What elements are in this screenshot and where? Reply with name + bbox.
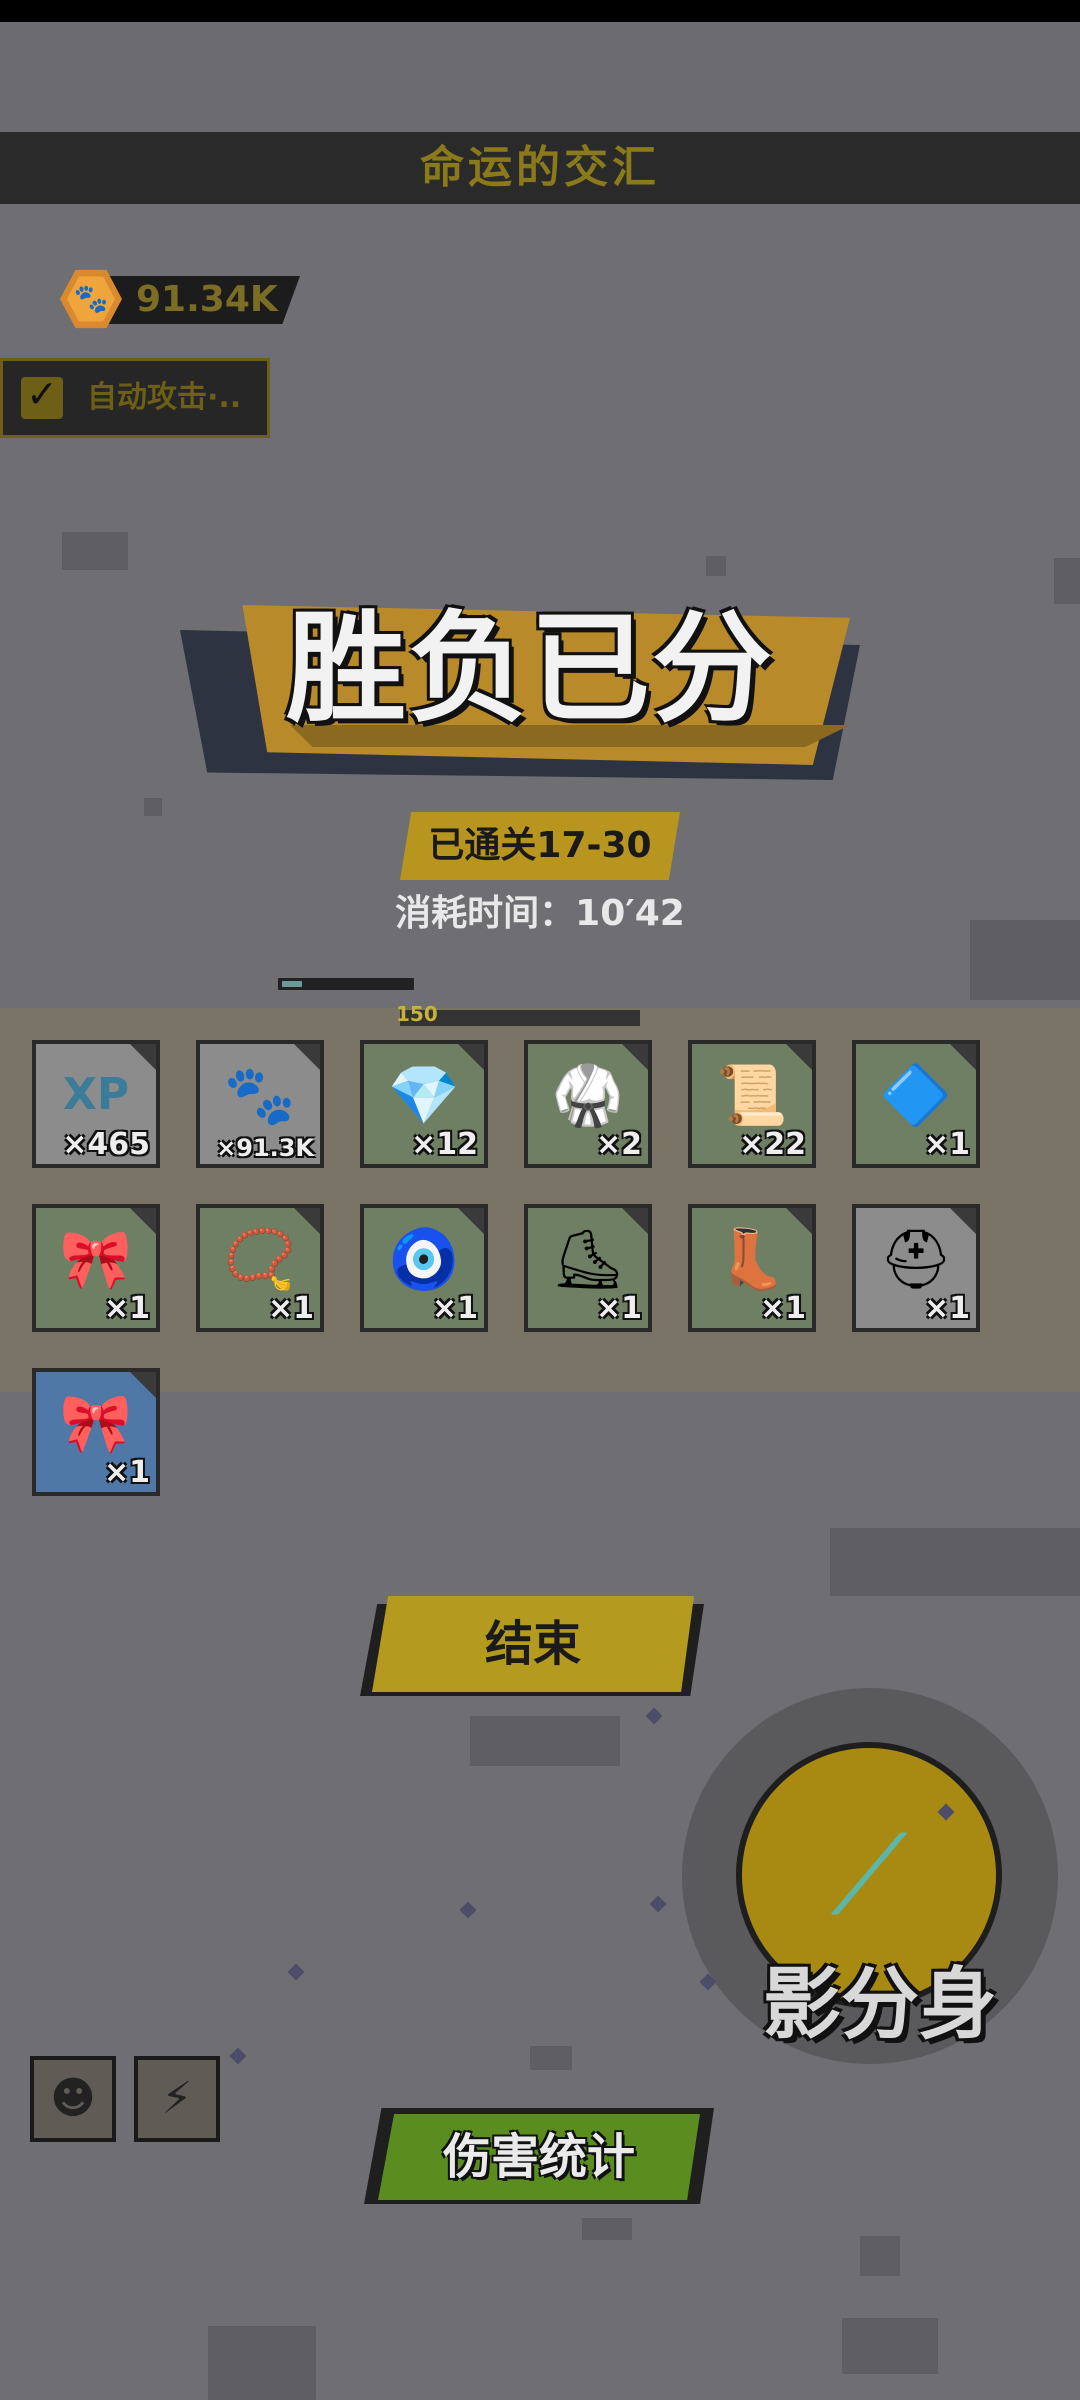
level-number: 150	[396, 1002, 438, 1026]
bg-square	[62, 532, 128, 570]
lightning-icon: ⚡	[161, 2073, 193, 2124]
currency-display: 🐾 91.34K	[60, 268, 300, 330]
sparkle-dot	[649, 1895, 667, 1913]
item-quantity: ×22	[739, 1127, 806, 1162]
skill-label: 影分身	[762, 1960, 997, 2050]
victory-text: 胜负已分	[286, 600, 774, 739]
sparkle-dot	[645, 1707, 663, 1725]
auto-attack-toggle[interactable]: ✓ 自动攻击·..	[0, 358, 270, 438]
reward-item[interactable]: 🎀 ×1	[32, 1368, 160, 1496]
sparkle-dot	[459, 1901, 477, 1919]
item-quantity: ×1	[267, 1291, 314, 1326]
elapsed-time: 消耗时间：10′42	[395, 893, 685, 934]
reward-item[interactable]: 🎀 ×1	[32, 1204, 160, 1332]
boss-hp-fill	[282, 981, 302, 987]
reward-item[interactable]: ⛑ ×1	[852, 1204, 980, 1332]
demon-mask-buff[interactable]: ☻	[30, 2056, 116, 2142]
lightning-buff[interactable]: ⚡	[134, 2056, 220, 2142]
item-quantity: ×1	[923, 1127, 970, 1162]
item-quantity: ×1	[103, 1455, 150, 1490]
reward-item[interactable]: ⛸ ×1	[524, 1204, 652, 1332]
status-bar	[0, 0, 1080, 22]
victory-banner: 胜负已分	[170, 560, 890, 810]
item-quantity: ×465	[62, 1127, 150, 1162]
paw-coin-icon: 🐾	[223, 1061, 297, 1129]
reward-item[interactable]: XP ×465	[32, 1040, 160, 1168]
sparkle-dot	[229, 2047, 247, 2065]
currency-value: 91.34K	[136, 279, 278, 320]
bg-square	[530, 2046, 572, 2070]
bg-square	[208, 2326, 316, 2400]
bg-square	[842, 2318, 938, 2374]
reward-item[interactable]: 👢 ×1	[688, 1204, 816, 1332]
paw-glyph: 🐾	[73, 282, 109, 315]
reward-item[interactable]: 📿 ×1	[196, 1204, 324, 1332]
bg-square	[582, 2218, 632, 2240]
checkmark-icon: ✓	[26, 372, 58, 416]
item-quantity: ×2	[595, 1127, 642, 1162]
item-quantity: ×1	[595, 1291, 642, 1326]
end-button-label[interactable]: 结束	[372, 1596, 694, 1692]
bg-square	[830, 1528, 1080, 1596]
top-area	[0, 22, 1080, 132]
bg-square	[144, 798, 162, 816]
demon-mask-icon: ☻	[50, 2073, 96, 2124]
reward-item[interactable]: 📜 ×22	[688, 1040, 816, 1168]
auto-attack-label: 自动攻击·..	[87, 380, 242, 415]
reward-item[interactable]: 🥋 ×2	[524, 1040, 652, 1168]
item-quantity: ×1	[923, 1291, 970, 1326]
reward-item[interactable]: 🔷 ×1	[852, 1040, 980, 1168]
reward-item[interactable]: 🐾 ×91.3K	[196, 1040, 324, 1168]
item-quantity: ×1	[103, 1291, 150, 1326]
stage-cleared-text: 已通关17-30	[428, 825, 652, 866]
bg-square	[860, 2236, 900, 2276]
bg-square	[470, 1716, 620, 1766]
level-title: 命运的交汇	[420, 142, 660, 193]
reward-item[interactable]: 💎 ×12	[360, 1040, 488, 1168]
damage-stats-label[interactable]: 伤害统计	[378, 2114, 700, 2200]
bg-square	[1054, 558, 1080, 604]
reward-item[interactable]: 🧿 ×1	[360, 1204, 488, 1332]
sparkle-dot	[287, 1963, 305, 1981]
item-quantity: ×1	[431, 1291, 478, 1326]
item-quantity: ×12	[411, 1127, 478, 1162]
item-quantity: ×91.3K	[216, 1134, 314, 1162]
item-quantity: ×1	[759, 1291, 806, 1326]
